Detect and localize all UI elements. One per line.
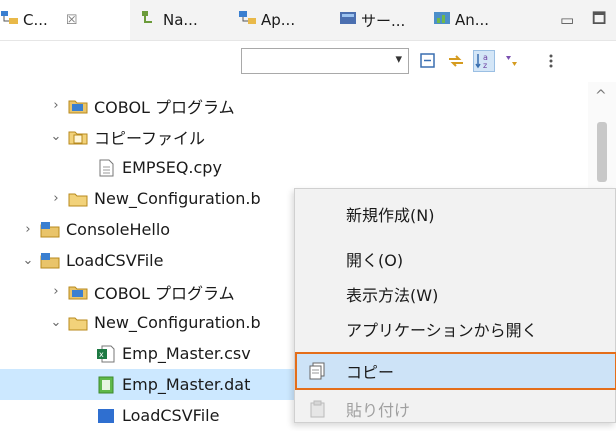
menu-item-label: アプリケーションから開く <box>346 321 538 340</box>
menu-item-label: コピー <box>346 363 395 382</box>
link-with-editor-button[interactable] <box>445 50 467 72</box>
tab-application-explorer[interactable]: Ap... <box>238 0 328 40</box>
tree-item[interactable]: › COBOL プログラム <box>0 90 235 121</box>
tab-label: C... <box>23 11 48 29</box>
chevron-right-icon[interactable]: › <box>48 284 64 299</box>
maximize-button[interactable]: 🗖 <box>592 0 606 40</box>
filter-icon <box>506 56 517 66</box>
menu-item-open-with[interactable]: 表示方法(W) <box>295 275 616 313</box>
minimize-button[interactable]: ▭ <box>560 0 574 40</box>
project-icon <box>40 221 60 239</box>
tree-item-label: EMPSEQ.cpy <box>122 158 222 177</box>
paste-icon <box>309 400 327 418</box>
tree-item-label: New_Configuration.b <box>94 189 261 208</box>
tree-item-label: COBOL プログラム <box>94 97 235 117</box>
tab-navigator[interactable]: Na... <box>140 0 230 40</box>
dat-file-icon <box>96 376 116 394</box>
tree-item[interactable]: › ConsoleHello <box>0 214 170 245</box>
tree-item[interactable]: x Emp_Master.csv <box>0 338 251 369</box>
tab-label: Na... <box>163 11 198 29</box>
chevron-down-icon[interactable]: ▾ <box>395 52 402 67</box>
tree-item[interactable]: ⌄ LoadCSVFile <box>0 245 164 276</box>
filter-combo[interactable]: ▾ <box>241 48 409 74</box>
chevron-up-icon[interactable]: ^ <box>595 88 607 104</box>
svg-text:z: z <box>483 61 487 70</box>
csv-file-icon: x <box>96 345 116 363</box>
project-explorer-icon <box>0 9 20 31</box>
analyzer-icon <box>432 9 452 31</box>
folder-icon <box>68 314 88 332</box>
tree-item-label: ConsoleHello <box>66 220 171 239</box>
collapse-all-icon <box>420 53 435 68</box>
tab-label: Ap... <box>261 11 296 29</box>
view-tab-bar: C... ☒ Na... Ap... サー... An... ▭ 🗖 <box>0 0 616 41</box>
tree-item-label: Emp_Master.csv <box>122 344 251 363</box>
tree-item-label: COBOL プログラム <box>94 283 235 303</box>
tab-project-explorer[interactable]: C... ☒ <box>0 0 130 40</box>
tree-item[interactable]: LoadCSVFile <box>0 400 219 431</box>
view-menu-button[interactable] <box>540 50 562 72</box>
file-icon <box>96 159 116 177</box>
tree-item[interactable]: ⌄ New_Configuration.b <box>0 307 261 338</box>
copyfile-folder-icon <box>68 128 88 146</box>
folder-icon <box>68 190 88 208</box>
context-menu: 新規作成(N) 開く(O) 表示方法(W) アプリケーションから開く コピー 貼… <box>294 188 616 423</box>
tree-item[interactable]: › COBOL プログラム <box>0 276 235 307</box>
copy-icon <box>309 362 327 380</box>
view-menu-icon <box>549 54 553 68</box>
server-icon <box>338 9 358 31</box>
tree-item-label: コピーファイル <box>94 128 206 148</box>
menu-item-open[interactable]: 開く(O) <box>295 240 616 278</box>
menu-item-label: 開く(O) <box>346 251 404 270</box>
menu-item-paste[interactable]: 貼り付け <box>295 390 616 428</box>
filter-button[interactable] <box>501 50 523 72</box>
scrollbar-thumb[interactable] <box>597 122 607 182</box>
sort-az-icon: az <box>475 53 488 70</box>
tree-item[interactable]: ⌄ コピーファイル <box>0 121 206 152</box>
menu-item-label: 貼り付け <box>346 401 411 420</box>
menu-item-label: 表示方法(W) <box>346 286 439 305</box>
cobol-folder-icon <box>68 283 88 301</box>
tree-item[interactable]: EMPSEQ.cpy <box>0 152 222 183</box>
chevron-down-icon[interactable]: ⌄ <box>48 129 64 144</box>
sort-button[interactable]: az <box>473 50 495 72</box>
tree-item[interactable]: › New_Configuration.b <box>0 183 261 214</box>
chevron-down-icon[interactable]: ⌄ <box>48 315 64 330</box>
chevron-right-icon[interactable]: › <box>48 98 64 113</box>
cobol-folder-icon <box>68 97 88 115</box>
tab-analyzer[interactable]: An... <box>432 0 522 40</box>
tree-item-label: LoadCSVFile <box>66 251 164 270</box>
link-with-editor-icon <box>449 55 463 67</box>
project-icon <box>40 252 60 270</box>
menu-item-copy[interactable]: コピー <box>295 352 616 390</box>
tree-item-label: New_Configuration.b <box>94 313 261 332</box>
tab-label: An... <box>455 11 490 29</box>
application-explorer-icon <box>238 9 258 31</box>
tab-servers[interactable]: サー... <box>338 0 428 40</box>
chevron-right-icon[interactable]: › <box>48 191 64 206</box>
menu-item-open-with-application[interactable]: アプリケーションから開く <box>295 310 616 348</box>
close-icon[interactable]: ☒ <box>66 13 78 28</box>
tree-item-label: Emp_Master.dat <box>122 375 251 394</box>
tree-item-label: LoadCSVFile <box>122 406 220 425</box>
chevron-right-icon[interactable]: › <box>20 222 36 237</box>
svg-text:x: x <box>99 350 104 359</box>
tree-item-selected[interactable]: Emp_Master.dat <box>0 369 294 400</box>
collapse-all-button[interactable] <box>417 50 439 72</box>
file-icon <box>96 407 116 425</box>
menu-item-new[interactable]: 新規作成(N) <box>295 195 616 233</box>
chevron-down-icon[interactable]: ⌄ <box>20 253 36 268</box>
menu-item-label: 新規作成(N) <box>346 206 435 225</box>
navigator-icon <box>140 9 160 31</box>
tab-label: サー... <box>361 11 406 30</box>
